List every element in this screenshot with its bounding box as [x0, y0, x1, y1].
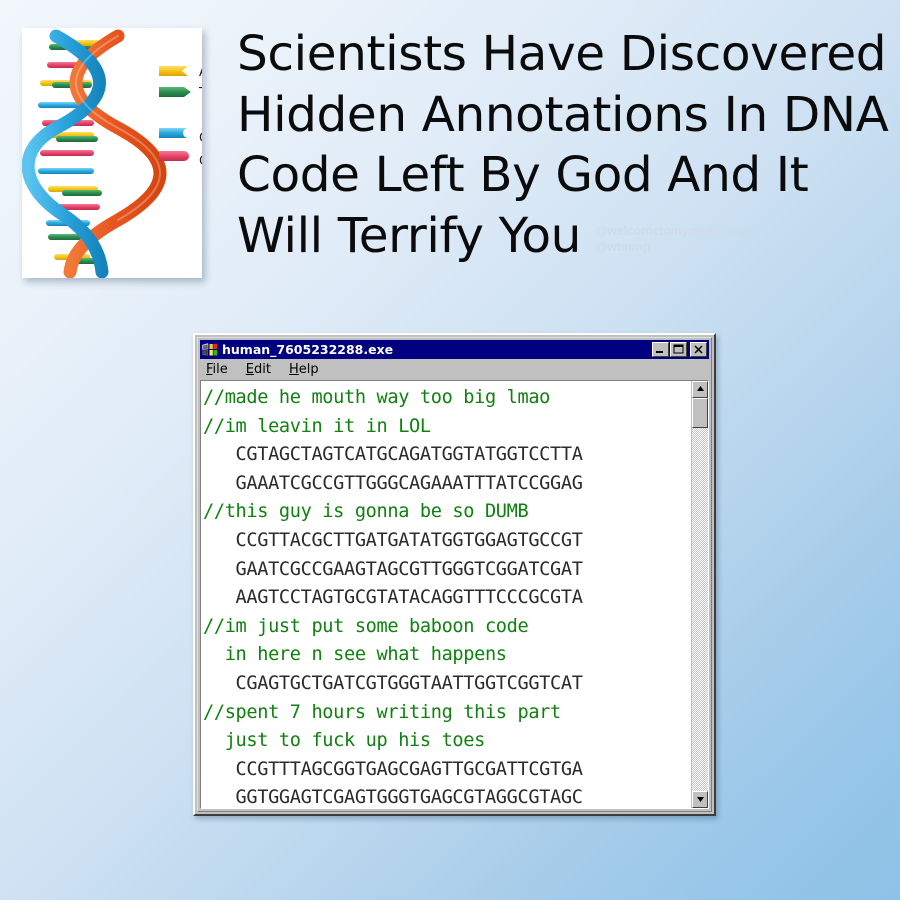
- code-line-13: just to fuck up his toes: [203, 730, 486, 752]
- dna-double-helix-icon: A T C G: [22, 28, 202, 278]
- watermark-handle-secondary: @wtmmp: [595, 239, 651, 254]
- menu-file[interactable]: File: [206, 362, 228, 377]
- code-line-15: GGTGGAGTCGAGTGGGTGAGCGTAGGCGTAGC: [203, 787, 583, 808]
- code-line-9: //im just put some baboon code: [203, 615, 529, 637]
- svg-text:T: T: [198, 86, 202, 101]
- code-line-2: //im leavin it in LOL: [203, 415, 431, 437]
- scroll-up-arrow-icon[interactable]: [692, 381, 708, 398]
- scrollbar-track[interactable]: [692, 428, 708, 791]
- watermark-handle-primary: @welcometomymemepage: [595, 224, 754, 238]
- svg-text:C: C: [199, 131, 202, 146]
- watermark: @welcometomymemepage @wtmmp: [595, 224, 753, 255]
- application-window: human_7605232288.exe File Edit Help //ma…: [193, 333, 716, 816]
- svg-text:G: G: [199, 154, 202, 169]
- windows-program-icon: [202, 342, 218, 357]
- code-line-11: CGAGTGCTGATCGTGGGTAATTGGTCGGTCAT: [203, 672, 583, 694]
- close-button[interactable]: [690, 342, 707, 357]
- headline-line-2: Hidden Annotations In DNA: [237, 86, 889, 143]
- vertical-scrollbar[interactable]: [691, 381, 708, 808]
- code-line-5: //this guy is gonna be so DUMB: [203, 501, 529, 523]
- menu-help[interactable]: Help: [289, 362, 319, 377]
- minimize-button[interactable]: [652, 342, 669, 357]
- code-line-1: //made he mouth way too big lmao: [203, 387, 551, 408]
- code-line-14: CCGTTTAGCGGTGAGCGAGTTGCGATTCGTGA: [203, 758, 583, 780]
- headline-line-4: Will Terrify You: [237, 207, 581, 264]
- code-line-3: CGTAGCTAGTCATGCAGATGGTATGGTCCTTA: [203, 444, 583, 466]
- code-line-12: //spent 7 hours writing this part: [203, 701, 561, 723]
- code-line-10: in here n see what happens: [203, 644, 507, 666]
- headline-line-3: Code Left By God And It: [237, 147, 809, 203]
- window-title: human_7605232288.exe: [222, 342, 394, 357]
- code-line-4: GAAATCGCCGTTGGGCAGAAATTTATCCGGAG: [203, 472, 583, 494]
- scrollbar-thumb[interactable]: [692, 398, 708, 428]
- code-line-6: CCGTTACGCTTGATGATATGGTGGAGTGCCGT: [203, 529, 583, 551]
- dna-illustration-card: A T C G: [22, 28, 202, 278]
- menu-edit[interactable]: Edit: [246, 362, 271, 377]
- window-titlebar[interactable]: human_7605232288.exe: [200, 340, 709, 359]
- headline-line-1: Scientists Have Discovered: [237, 26, 887, 82]
- page-title: Scientists Have Discovered Hidden Annota…: [237, 24, 889, 266]
- code-line-8: AAGTCCTAGTGCGTATACAGGTTTCCCGCGTA: [203, 587, 583, 609]
- svg-text:A: A: [199, 65, 202, 80]
- code-line-7: GAATCGCCGAAGTAGCGTTGGGTCGGATCGAT: [203, 558, 583, 580]
- window-menubar: File Edit Help: [200, 359, 709, 379]
- scroll-down-arrow-icon[interactable]: [692, 791, 708, 808]
- editor-area: //made he mouth way too big lmao //im lea…: [200, 380, 709, 809]
- maximize-button[interactable]: [670, 342, 687, 357]
- code-text-area[interactable]: //made he mouth way too big lmao //im lea…: [201, 381, 691, 808]
